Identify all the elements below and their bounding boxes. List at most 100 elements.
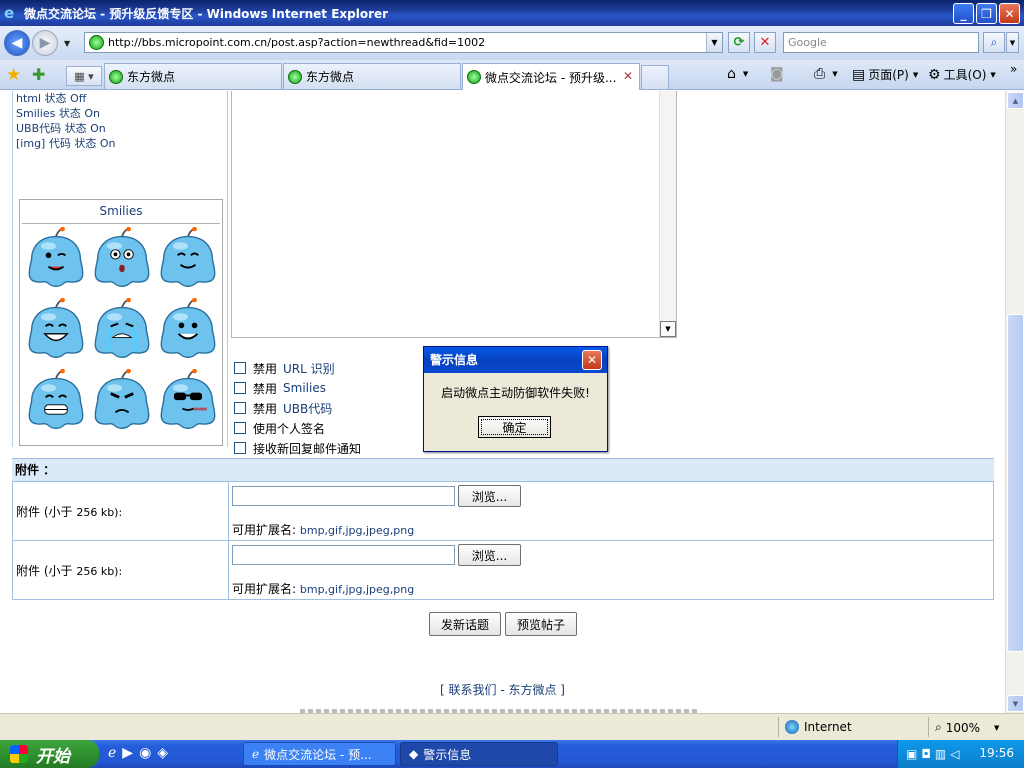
home-button[interactable]: ⌂ ▼: [727, 66, 748, 82]
post-options-panel: html 状态 Off Smilies 状态 On UBB代码 状态 On [i…: [12, 91, 228, 447]
checkbox[interactable]: [234, 362, 246, 374]
tab-bar: ★ ✚ ▦ ▾ 东方微点 东方微点 微点交流论坛 - 预升级... ✕ ⌂ ▼ ◙…: [0, 60, 1024, 90]
dialog-ok-button[interactable]: 确定: [478, 416, 551, 438]
page-icon: ▤: [852, 66, 866, 83]
page-menu-button[interactable]: ▤ 页面(P) ▼: [852, 66, 918, 83]
ime-icon[interactable]: ▥: [935, 747, 946, 761]
status-smilies: Smilies 状态 On: [16, 107, 101, 120]
smiley-face-svg: [94, 297, 150, 358]
tab-label: 东方微点: [306, 70, 355, 84]
refresh-button[interactable]: ⟳: [728, 32, 750, 53]
address-toolbar: ◀ ▶ ▼ http://bbs.micropoint.com.cn/post.…: [0, 26, 1024, 60]
taskbar-item-forum[interactable]: ℯ 微点交流论坛 - 预...: [243, 742, 396, 766]
history-dropdown-icon[interactable]: ▼: [64, 39, 70, 48]
attachment-row: 附件 (小于 256 kb): 浏览... 可用扩展名: bmp,gif,jpg…: [12, 482, 994, 541]
attachment-file-input[interactable]: [232, 545, 455, 565]
add-favorites-icon[interactable]: ✚: [32, 65, 45, 84]
status-img: [img] 代码 状态 On: [16, 137, 116, 150]
option-disable-url[interactable]: 禁用 URL 识别: [234, 358, 361, 378]
rss-feed-icon: ◙: [770, 66, 784, 82]
antivirus-icon[interactable]: ◘: [921, 747, 931, 761]
address-field[interactable]: http://bbs.micropoint.com.cn/post.asp?ac…: [84, 32, 723, 53]
smiley-bigsmile-icon[interactable]: [23, 366, 89, 437]
gear-icon: ⚙: [928, 66, 941, 83]
option-disable-smilies[interactable]: 禁用 Smilies: [234, 378, 361, 398]
app-quicklaunch-icon[interactable]: ◉: [139, 745, 151, 761]
preview-post-button[interactable]: 预览帖子: [505, 612, 577, 636]
textarea-scrollbar[interactable]: ▼: [659, 91, 676, 337]
new-tab-button[interactable]: [641, 65, 669, 89]
app2-quicklaunch-icon[interactable]: ◈: [157, 745, 168, 761]
post-content-textarea[interactable]: ▼: [231, 91, 677, 338]
close-window-button[interactable]: ✕: [999, 3, 1020, 24]
network-icon[interactable]: ▣: [906, 747, 917, 761]
smiley-wink-icon[interactable]: [23, 224, 89, 295]
search-options-dropdown-icon[interactable]: ▼: [1006, 32, 1019, 53]
close-tab-icon[interactable]: ✕: [623, 69, 633, 83]
dialog-close-button[interactable]: ✕: [582, 350, 602, 370]
tools-menu-button[interactable]: ⚙ 工具(O) ▼: [928, 66, 996, 83]
attachment-label: 附件 (小于 256 kb):: [16, 505, 123, 519]
checkbox[interactable]: [234, 402, 246, 414]
search-input[interactable]: Google: [783, 32, 979, 53]
smiley-grin-icon[interactable]: [155, 295, 221, 366]
print-button[interactable]: ⎙ ▼: [814, 66, 838, 82]
checkbox[interactable]: [234, 442, 246, 454]
page-globe-icon: [89, 35, 104, 50]
browse-button[interactable]: 浏览...: [458, 485, 521, 507]
minimize-button[interactable]: _: [953, 3, 974, 24]
smiley-laugh-icon[interactable]: [23, 295, 89, 366]
smilies-title: Smilies: [22, 200, 220, 224]
attachment-file-input[interactable]: [232, 486, 455, 506]
footer-links[interactable]: [ 联系我们 - 东方微点 ]: [0, 681, 1005, 698]
smiley-face-svg: [160, 297, 216, 358]
quick-tabs-button[interactable]: ▦ ▾: [66, 66, 102, 86]
smiley-cry-icon[interactable]: [89, 295, 155, 366]
favorites-star-icon[interactable]: ★: [6, 65, 21, 85]
address-dropdown-icon[interactable]: ▼: [706, 33, 722, 52]
system-tray: ▣ ◘ ▥ ◁ 19:56: [897, 740, 1024, 768]
taskbar-item-alert[interactable]: ◆ 警示信息: [400, 742, 558, 766]
windows-flag-icon: [10, 745, 28, 763]
smiley-angry-icon[interactable]: [89, 366, 155, 437]
scroll-up-icon[interactable]: ▲: [1007, 92, 1024, 109]
search-button[interactable]: ⌕: [983, 32, 1005, 53]
forward-button[interactable]: ▶: [32, 30, 58, 56]
tab-globe-icon: [288, 69, 302, 84]
textarea-scroll-down-icon[interactable]: ▼: [660, 321, 676, 337]
browse-button[interactable]: 浏览...: [458, 544, 521, 566]
media-player-icon[interactable]: ▶: [122, 745, 133, 761]
stop-button[interactable]: ✕: [754, 32, 776, 53]
smiley-grid: [23, 224, 222, 437]
restore-button[interactable]: ❐: [976, 3, 997, 24]
start-button[interactable]: 开始: [0, 740, 99, 768]
volume-icon[interactable]: ◁: [950, 747, 959, 761]
page-scrollbar[interactable]: ▲ ▼: [1005, 91, 1024, 713]
window-title: 微点交流论坛 - 预升级反馈专区 - Windows Internet Expl…: [24, 6, 389, 21]
smiley-surprised-icon[interactable]: [89, 224, 155, 295]
tools-menu-label: 工具(O): [943, 68, 987, 82]
back-button[interactable]: ◀: [4, 30, 30, 56]
submit-topic-button[interactable]: 发新话题: [429, 612, 501, 636]
page-menu-label: 页面(P): [868, 68, 909, 82]
ie-task-icon: ℯ: [252, 747, 260, 761]
zoom-level[interactable]: ⌕ 100% ▼: [935, 720, 999, 735]
toolbar-overflow-icon[interactable]: »: [1010, 62, 1017, 76]
feeds-button[interactable]: ◙: [770, 66, 787, 82]
alert-dialog: 警示信息 ✕ 启动微点主动防御软件失败! 确定: [423, 346, 608, 452]
tab-1[interactable]: 东方微点: [104, 63, 282, 89]
tab-2[interactable]: 东方微点: [283, 63, 461, 89]
scroll-thumb[interactable]: [1007, 314, 1024, 652]
option-use-signature[interactable]: 使用个人签名: [234, 418, 361, 438]
ie-quicklaunch-icon[interactable]: ℯ: [108, 745, 116, 761]
checkbox[interactable]: [234, 422, 246, 434]
smiley-cool-icon[interactable]: [155, 366, 221, 437]
smiley-face-svg: [94, 226, 150, 287]
smiley-smile-icon[interactable]: [155, 224, 221, 295]
checkbox[interactable]: [234, 382, 246, 394]
option-disable-ubb[interactable]: 禁用 UBB代码: [234, 398, 361, 418]
smilies-box: Smilies: [19, 199, 223, 446]
scroll-down-icon[interactable]: ▼: [1007, 695, 1024, 712]
option-reply-email[interactable]: 接收新回复邮件通知: [234, 438, 361, 458]
tab-3-active[interactable]: 微点交流论坛 - 预升级... ✕: [462, 63, 640, 90]
